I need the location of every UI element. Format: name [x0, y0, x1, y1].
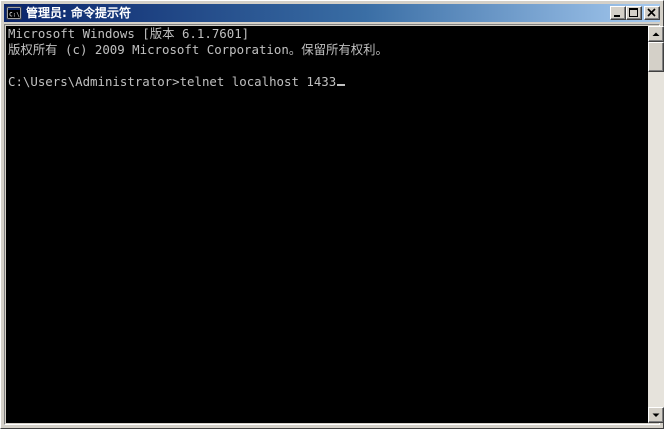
console-line: Microsoft Windows [版本 6.1.7601]	[8, 26, 250, 41]
text-cursor	[337, 84, 346, 86]
close-icon	[647, 8, 656, 17]
maximize-icon	[629, 8, 638, 17]
scroll-up-button[interactable]	[648, 26, 664, 42]
scroll-thumb[interactable]	[648, 42, 664, 72]
arrow-up-icon	[652, 32, 660, 36]
command-line[interactable]: C:\Users\Administrator>telnet localhost …	[8, 74, 346, 90]
close-button[interactable]	[644, 6, 660, 20]
scroll-down-button[interactable]	[648, 407, 664, 423]
arrow-down-icon	[652, 413, 660, 417]
command-text: C:\Users\Administrator>telnet localhost …	[8, 74, 337, 89]
console-line: 版权所有 (c) 2009 Microsoft Corporation。保留所有…	[8, 42, 388, 57]
vertical-scrollbar[interactable]	[648, 26, 664, 423]
command-prompt-window: C:\ 管理员: 命令提示符 Microsoft Windows [版本 6.1…	[0, 0, 664, 429]
console-output[interactable]: Microsoft Windows [版本 6.1.7601] 版权所有 (c)…	[6, 26, 648, 423]
title-bar[interactable]: C:\ 管理员: 命令提示符	[4, 4, 660, 22]
window-title: 管理员: 命令提示符	[26, 6, 131, 20]
maximize-button[interactable]	[626, 6, 642, 20]
svg-text:C:\: C:\	[9, 12, 20, 19]
cmd-icon[interactable]: C:\	[6, 5, 22, 21]
minimize-button[interactable]	[610, 6, 626, 20]
minimize-icon	[614, 15, 620, 17]
console-frame: Microsoft Windows [版本 6.1.7601] 版权所有 (c)…	[4, 24, 664, 425]
